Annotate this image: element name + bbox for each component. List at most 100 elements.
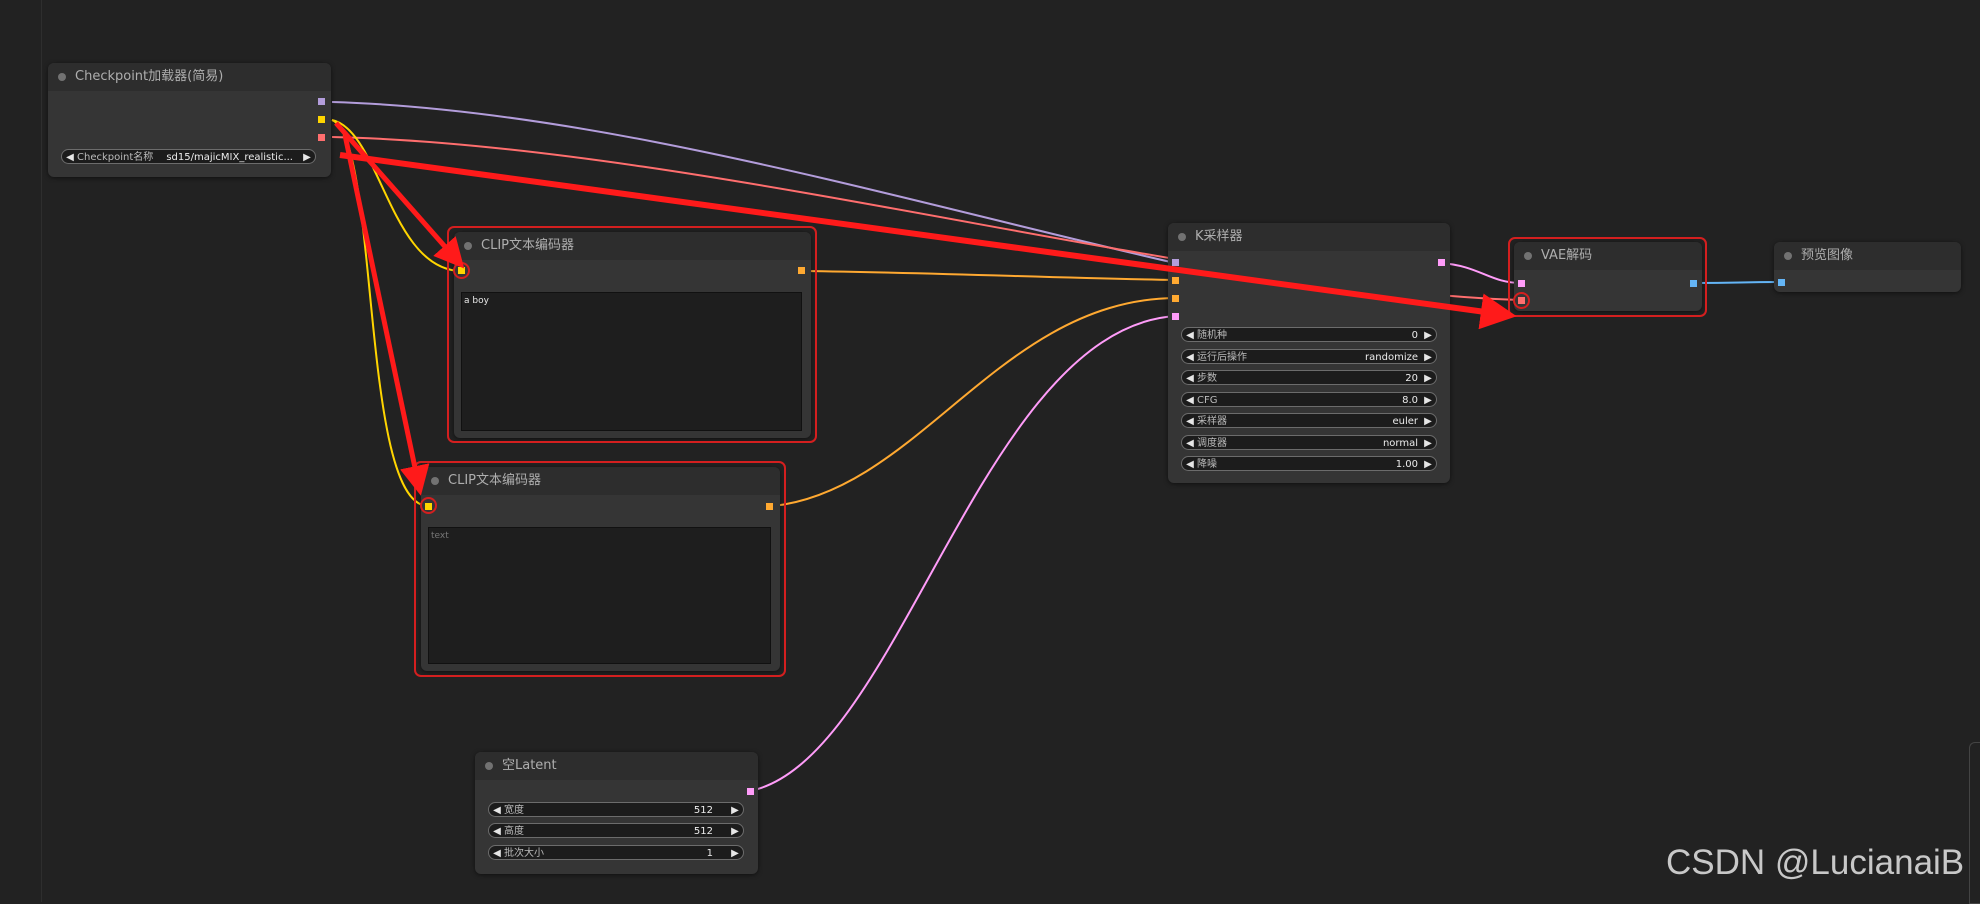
scheduler-widget[interactable]: ◀ 调度器 normal ▶: [1181, 434, 1437, 450]
node-title: CLIP文本编码器: [448, 473, 541, 488]
combo-next-arrow-icon[interactable]: ▶: [302, 150, 312, 163]
clip-text-encode-negative-node[interactable]: CLIP文本编码器 text: [421, 467, 780, 671]
node-title-bar[interactable]: 预览图像: [1774, 242, 1961, 270]
width-number-widget[interactable]: ◀ 宽度 512 ▶: [488, 802, 744, 817]
increment-arrow-icon[interactable]: ▶: [1423, 371, 1433, 384]
positive-input-port[interactable]: [1172, 277, 1179, 284]
increment-arrow-icon[interactable]: ▶: [1423, 328, 1433, 341]
decrement-arrow-icon[interactable]: ◀: [1185, 328, 1195, 341]
increment-arrow-icon[interactable]: ▶: [1423, 393, 1433, 406]
negative-input-port[interactable]: [1172, 295, 1179, 302]
prompt-textarea[interactable]: text: [428, 527, 771, 664]
increment-arrow-icon[interactable]: ▶: [1423, 457, 1433, 470]
decrement-arrow-icon[interactable]: ◀: [492, 824, 502, 837]
ksampler-to-vae-latent-link[interactable]: [1440, 262, 1522, 284]
vae-decode-node[interactable]: VAE解码: [1514, 242, 1702, 311]
steps-widget[interactable]: ◀ 步数 20 ▶: [1181, 370, 1437, 385]
decrement-arrow-icon[interactable]: ◀: [1185, 371, 1195, 384]
node-title: K采样器: [1195, 229, 1243, 244]
node-title: CLIP文本编码器: [481, 238, 574, 253]
decrement-arrow-icon[interactable]: ◀: [1185, 350, 1195, 363]
checkpoint-loader-node[interactable]: Checkpoint加载器(简易) ◀ Checkpoint名称 sd15/ma…: [48, 63, 331, 177]
clip-input-port[interactable]: [458, 267, 465, 274]
node-title-bar[interactable]: CLIP文本编码器: [421, 467, 780, 495]
increment-arrow-icon[interactable]: ▶: [730, 824, 740, 837]
checkpoint-name-combo[interactable]: ◀ Checkpoint名称 sd15/majicMIX_realistic..…: [61, 149, 316, 164]
collapse-dot-icon[interactable]: [1784, 252, 1792, 260]
node-title-bar[interactable]: VAE解码: [1514, 242, 1702, 270]
negative-conditioning-link[interactable]: [772, 297, 1176, 507]
latent-output-port[interactable]: [747, 788, 754, 795]
empty-latent-node[interactable]: 空Latent ◀ 宽度 512 ▶ ◀ 高度 512 ▶ ◀ 批次大小 1 ▶: [475, 752, 758, 874]
increment-arrow-icon[interactable]: ▶: [1423, 350, 1433, 363]
widget-label: 采样器: [1197, 416, 1227, 427]
positive-conditioning-link[interactable]: [802, 270, 1176, 281]
combo-prev-arrow-icon[interactable]: ◀: [65, 150, 75, 163]
image-output-port[interactable]: [1690, 280, 1697, 287]
denoise-widget[interactable]: ◀ 降噪 1.00 ▶: [1181, 456, 1437, 471]
model-output-port[interactable]: [318, 98, 325, 105]
increment-arrow-icon[interactable]: ▶: [730, 803, 740, 816]
preview-image-node[interactable]: 预览图像: [1774, 242, 1961, 292]
widget-value: 1: [706, 848, 713, 859]
decrement-arrow-icon[interactable]: ◀: [1185, 436, 1195, 449]
clip-input-port[interactable]: [425, 503, 432, 510]
model-input-port[interactable]: [1172, 259, 1179, 266]
clip-output-port[interactable]: [318, 116, 325, 123]
collapse-dot-icon[interactable]: [485, 762, 493, 770]
prompt-textarea[interactable]: a boy: [461, 292, 802, 431]
decrement-arrow-icon[interactable]: ◀: [1185, 393, 1195, 406]
node-title: Checkpoint加载器(简易): [75, 69, 224, 84]
collapse-dot-icon[interactable]: [464, 242, 472, 250]
image-link[interactable]: [1693, 281, 1782, 284]
increment-arrow-icon[interactable]: ▶: [1423, 414, 1433, 427]
node-title-bar[interactable]: Checkpoint加载器(简易): [48, 63, 331, 91]
widget-label: Checkpoint名称: [77, 152, 154, 163]
decrement-arrow-icon[interactable]: ◀: [1185, 457, 1195, 470]
widget-label: 调度器: [1197, 437, 1227, 449]
clip-to-negative-link[interactable]: [331, 119, 429, 507]
conditioning-output-port[interactable]: [798, 267, 805, 274]
side-panel-edge[interactable]: [1969, 742, 1980, 904]
cfg-widget[interactable]: ◀ CFG 8.0 ▶: [1181, 391, 1437, 407]
vae-input-port[interactable]: [1518, 297, 1525, 304]
node-title-bar[interactable]: CLIP文本编码器: [454, 232, 811, 260]
collapse-dot-icon[interactable]: [1178, 233, 1186, 241]
decrement-arrow-icon[interactable]: ◀: [492, 803, 502, 816]
collapse-dot-icon[interactable]: [1524, 252, 1532, 260]
widget-label: 步数: [1197, 373, 1217, 384]
widget-value: 1.00: [1395, 459, 1418, 470]
widget-label: 随机种: [1197, 330, 1227, 341]
clip-text-encode-positive-node[interactable]: CLIP文本编码器 a boy: [454, 232, 811, 438]
node-title-bar[interactable]: K采样器: [1168, 223, 1450, 251]
image-input-port[interactable]: [1778, 279, 1785, 286]
prompt-placeholder: text: [431, 531, 449, 541]
widget-value: 8.0: [1402, 394, 1418, 406]
node-title: 预览图像: [1801, 248, 1854, 263]
decrement-arrow-icon[interactable]: ◀: [492, 846, 502, 859]
collapse-dot-icon[interactable]: [58, 73, 66, 81]
batch-size-number-widget[interactable]: ◀ 批次大小 1 ▶: [488, 845, 744, 860]
collapse-dot-icon[interactable]: [431, 477, 439, 485]
height-number-widget[interactable]: ◀ 高度 512 ▶: [488, 823, 744, 838]
canvas-left-edge: [41, 0, 42, 902]
ksampler-node[interactable]: K采样器 ◀ 随机种 0 ▶ ◀ 运行后操作 randomize ▶ ◀ 步数 20 ▶ ◀ CFG 8.0…: [1168, 223, 1450, 483]
latent-output-port[interactable]: [1438, 259, 1445, 266]
decrement-arrow-icon[interactable]: ◀: [1185, 414, 1195, 427]
prompt-text: a boy: [464, 296, 489, 306]
node-title: VAE解码: [1541, 248, 1593, 263]
seed-widget[interactable]: ◀ 随机种 0 ▶: [1181, 327, 1437, 342]
node-title-bar[interactable]: 空Latent: [475, 752, 758, 780]
increment-arrow-icon[interactable]: ▶: [1423, 436, 1433, 449]
latent-input-port[interactable]: [1172, 313, 1179, 320]
increment-arrow-icon[interactable]: ▶: [730, 846, 740, 859]
conditioning-output-port[interactable]: [766, 503, 773, 510]
sampler-name-widget[interactable]: ◀ 采样器 euler ▶: [1181, 413, 1437, 428]
control-after-generate-widget[interactable]: ◀ 运行后操作 randomize ▶: [1181, 348, 1437, 364]
widget-value: 512: [693, 826, 713, 837]
vae-output-port[interactable]: [318, 134, 325, 141]
samples-input-port[interactable]: [1518, 280, 1525, 287]
latent-link[interactable]: [749, 315, 1176, 792]
widget-value: 0: [1411, 330, 1418, 341]
watermark-text: CSDN @LucianaiB: [1666, 843, 1965, 882]
